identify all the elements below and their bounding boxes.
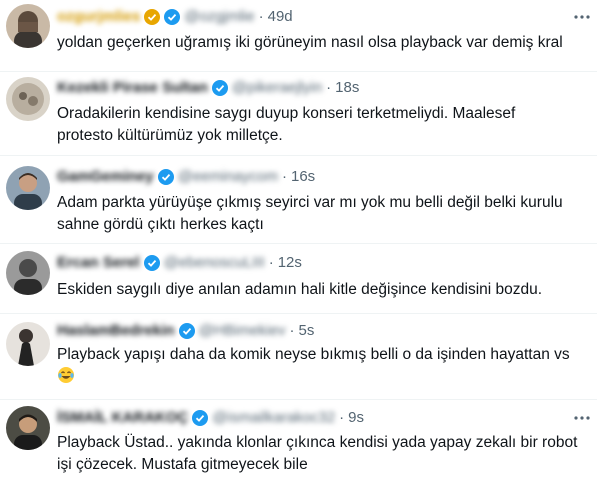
tweet-text-line: yoldan geçerken uğramış iki görüneyim na… [57, 34, 563, 51]
avatar[interactable] [6, 251, 50, 295]
reply-feed: ozgurjmlies @ozgjmlie · 49d yoldan geçer… [0, 0, 597, 499]
author-name[interactable]: Ercan Serel [57, 254, 140, 271]
avatar[interactable] [6, 4, 50, 48]
verified-icon [143, 254, 160, 271]
author-handle[interactable]: @eeminaycom [178, 168, 278, 185]
tweet-3[interactable]: GamGeminey @eeminaycom · 16s Adam parkta… [0, 156, 597, 244]
tweet-5[interactable]: HaslamBedrekin @HBimekiev · 5s Playback … [0, 314, 597, 400]
face-with-tears-of-joy-icon [57, 366, 75, 384]
timestamp[interactable]: 5s [298, 322, 314, 339]
author-handle[interactable]: @ebenoscuLIII [164, 254, 265, 271]
tweet-text-line: sahne gördü çıktı herkes kaçtı [57, 216, 264, 233]
verified-icon [192, 409, 209, 426]
avatar[interactable] [6, 166, 50, 210]
tweet-text: Playback yapışı daha da komik neyse bıkm… [57, 344, 597, 388]
avatar[interactable] [6, 322, 50, 366]
tweet-text-line: Playback Üstad.. yakında klonlar çıkınca… [57, 434, 578, 451]
author-name[interactable]: ozgurjmlies [57, 8, 140, 25]
timestamp[interactable]: 18s [335, 79, 359, 96]
tweet-text-line: işi çözecek. Mustafa gitmeyecek bile [57, 456, 308, 473]
author-handle[interactable]: @ozgjmlie [184, 8, 254, 25]
timestamp[interactable]: 16s [291, 168, 315, 185]
more-options-icon[interactable] [573, 409, 591, 427]
tweet-text-line: protesto kültürümüz yok milletçe. [57, 127, 283, 144]
tweet-1[interactable]: ozgurjmlies @ozgjmlie · 49d yoldan geçer… [0, 0, 597, 72]
tweet-text: Oradakilerin kendisine saygı duyup konse… [57, 103, 597, 147]
timestamp[interactable]: 9s [348, 409, 364, 426]
tweet-text: Playback Üstad.. yakında klonlar çıkınca… [57, 432, 597, 476]
tweet-4[interactable]: Ercan Serel @ebenoscuLIII · 12s Eskiden … [0, 244, 597, 314]
separator-dot: · [281, 168, 287, 185]
separator-dot: · [289, 322, 295, 339]
verified-gold-icon [144, 8, 161, 25]
author-name[interactable]: İSMAİL KARAKOÇ [57, 409, 188, 426]
more-options-icon[interactable] [573, 8, 591, 26]
author-handle[interactable]: @HBimekiev [199, 322, 286, 339]
verified-icon [157, 168, 174, 185]
author-name[interactable]: HaslamBedrekin [57, 322, 175, 339]
tweet-text: Eskiden saygılı diye anılan adamın hali … [57, 279, 597, 301]
tweet-text-line: Playback yapışı daha da komik neyse bıkm… [57, 346, 570, 363]
separator-dot: · [258, 8, 264, 25]
avatar[interactable] [6, 406, 50, 450]
verified-icon [178, 322, 195, 339]
separator-dot: · [268, 254, 274, 271]
author-handle[interactable]: @ismailkarakoc32 [212, 409, 335, 426]
tweet-6[interactable]: İSMAİL KARAKOÇ @ismailkarakoc32 · 9s Pla… [0, 400, 597, 499]
tweet-2[interactable]: Kezekli Pirase Sultan @pikeraejlyin · 18… [0, 72, 597, 156]
tweet-text-line: Eskiden saygılı diye anılan adamın hali … [57, 281, 543, 298]
author-handle[interactable]: @pikeraejlyin [232, 79, 322, 96]
author-name[interactable]: Kezekli Pirase Sultan [57, 79, 208, 96]
timestamp[interactable]: 12s [278, 254, 302, 271]
separator-dot: · [339, 409, 345, 426]
avatar[interactable] [6, 77, 50, 121]
tweet-text: Adam parkta yürüyüşe çıkmış seyirci var … [57, 192, 597, 236]
tweet-text-line-emoji [57, 366, 597, 388]
separator-dot: · [326, 79, 332, 96]
verified-icon [164, 8, 181, 25]
author-name[interactable]: GamGeminey [57, 168, 154, 185]
tweet-text-line: Adam parkta yürüyüşe çıkmış seyirci var … [57, 194, 563, 211]
tweet-text: yoldan geçerken uğramış iki görüneyim na… [57, 32, 597, 54]
timestamp[interactable]: 49d [268, 8, 293, 25]
tweet-text-line: Oradakilerin kendisine saygı duyup konse… [57, 105, 516, 122]
verified-icon [211, 79, 228, 96]
